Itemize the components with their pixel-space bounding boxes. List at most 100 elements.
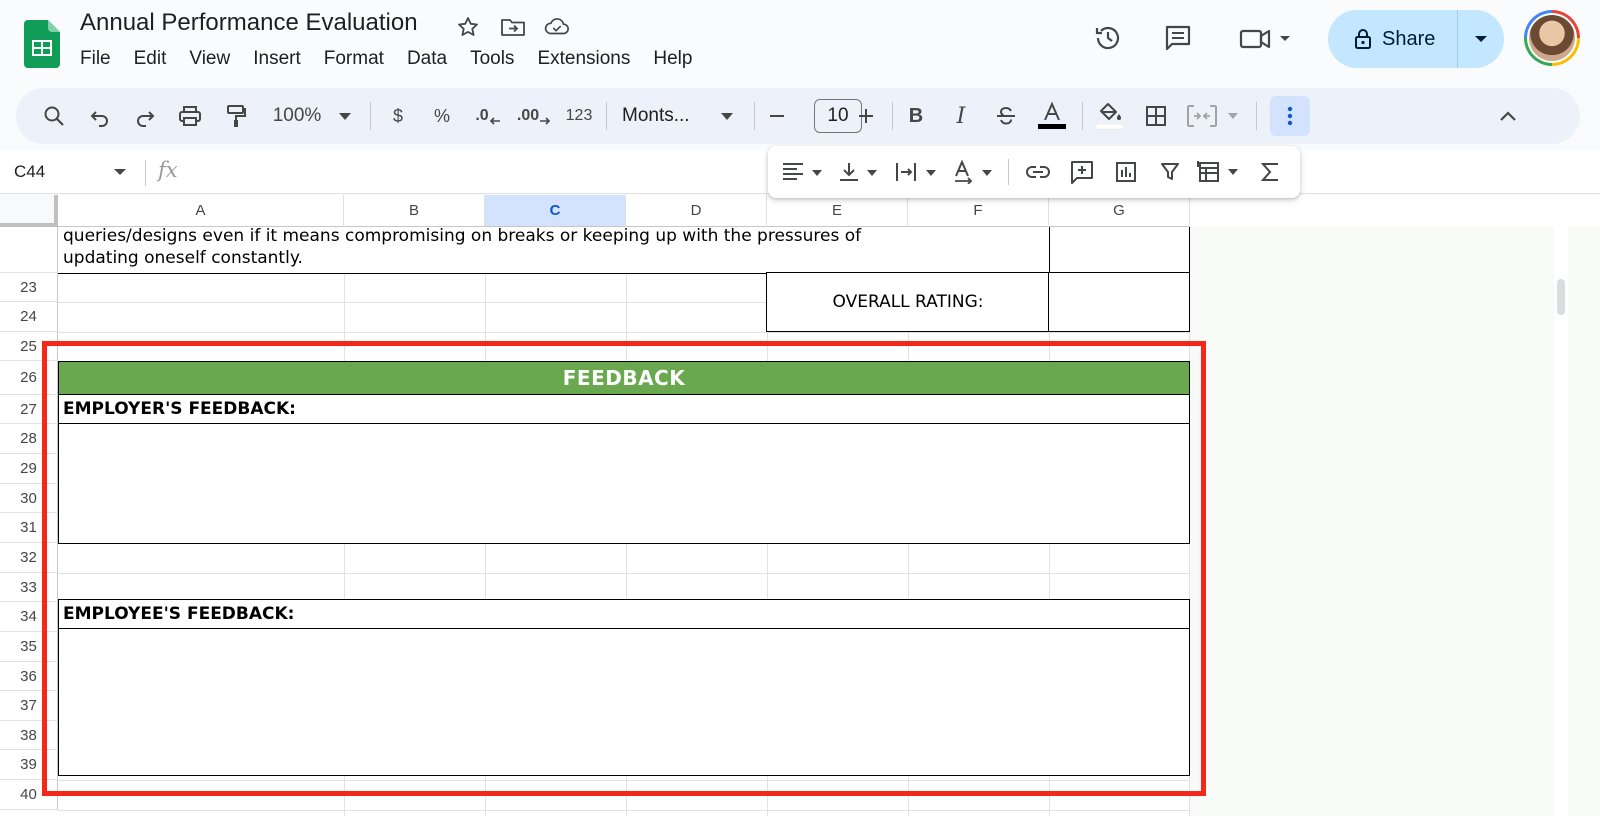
font-family-select[interactable]: Monts... xyxy=(622,88,718,144)
row-header-33[interactable]: 33 xyxy=(0,573,58,602)
vertical-align-icon[interactable] xyxy=(836,146,884,198)
select-all-corner[interactable] xyxy=(0,195,58,227)
row-header-30[interactable]: 30 xyxy=(0,484,58,513)
more-formats-button[interactable]: 123 xyxy=(562,88,596,144)
caret-down-icon xyxy=(1475,36,1487,42)
row-header-39[interactable]: 39 xyxy=(0,750,58,780)
strikethrough-icon[interactable] xyxy=(992,88,1020,144)
cloud-saved-icon[interactable] xyxy=(544,14,570,40)
column-header-a[interactable]: A xyxy=(58,195,344,227)
employee-feedback-input-area[interactable] xyxy=(58,628,1190,776)
increase-decimal-button[interactable]: .00 xyxy=(516,88,552,144)
collapse-menus-icon[interactable] xyxy=(1490,88,1526,144)
zoom-select[interactable]: 100% xyxy=(266,88,328,144)
decrease-font-size-icon[interactable] xyxy=(766,88,788,144)
menu-file[interactable]: File xyxy=(80,48,122,70)
feedback-header-cell[interactable]: FEEDBACK xyxy=(58,361,1190,395)
share-dropdown-button[interactable] xyxy=(1458,10,1504,68)
horizontal-align-icon[interactable] xyxy=(778,146,828,198)
sheets-logo-icon[interactable] xyxy=(24,20,60,68)
share-label: Share xyxy=(1382,27,1436,50)
text-color-icon[interactable] xyxy=(1034,88,1070,144)
italic-button[interactable]: I xyxy=(948,88,974,144)
menu-view[interactable]: View xyxy=(189,48,241,70)
rating-value-cell-22[interactable] xyxy=(1049,227,1190,274)
name-box[interactable]: C44 xyxy=(14,162,45,182)
more-options-button[interactable] xyxy=(1270,96,1310,136)
percent-format-button[interactable]: % xyxy=(428,88,456,144)
row-header-35[interactable]: 35 xyxy=(0,632,58,662)
account-avatar[interactable] xyxy=(1524,10,1580,66)
star-icon[interactable] xyxy=(455,14,481,40)
meet-video-icon[interactable] xyxy=(1236,18,1296,58)
name-box-caret-icon[interactable] xyxy=(114,162,126,187)
menu-extensions[interactable]: Extensions xyxy=(537,48,641,70)
row-header-24[interactable]: 24 xyxy=(0,302,58,332)
spreadsheet-grid[interactable]: A B C D E F G 23 24 25 26 27 28 29 30 31… xyxy=(0,195,1600,816)
share-main-button[interactable]: Share xyxy=(1328,10,1458,68)
functions-sigma-icon[interactable] xyxy=(1250,146,1290,198)
version-history-icon[interactable] xyxy=(1088,18,1128,58)
column-header-b[interactable]: B xyxy=(344,195,485,227)
overall-rating-value-cell[interactable] xyxy=(1048,272,1190,332)
insert-link-icon[interactable] xyxy=(1018,146,1058,198)
bold-button[interactable]: B xyxy=(902,88,930,144)
search-menus-icon[interactable] xyxy=(38,88,70,144)
menu-data[interactable]: Data xyxy=(407,48,458,70)
column-header-g[interactable]: G xyxy=(1049,195,1190,227)
text-rotation-icon[interactable] xyxy=(950,146,1000,198)
row-header-25[interactable]: 25 xyxy=(0,332,58,361)
row-header-34[interactable]: 34 xyxy=(0,602,58,632)
decrease-decimal-button[interactable]: .0 xyxy=(472,88,504,144)
text-wrapping-icon[interactable] xyxy=(892,146,942,198)
row-header-38[interactable]: 38 xyxy=(0,721,58,750)
column-header-d[interactable]: D xyxy=(626,195,767,227)
increase-font-size-icon[interactable] xyxy=(854,88,878,144)
paint-format-icon[interactable] xyxy=(220,88,252,144)
employee-feedback-label-cell[interactable]: EMPLOYEE'S FEEDBACK: xyxy=(58,599,1190,630)
row-header-40[interactable]: 40 xyxy=(0,780,58,810)
insert-comment-icon[interactable] xyxy=(1062,146,1102,198)
description-text-line-1: queries/designs even if it means comprom… xyxy=(63,226,862,246)
row-header-23[interactable]: 23 xyxy=(0,273,58,302)
row-header-26[interactable]: 26 xyxy=(0,361,58,395)
share-button[interactable]: Share xyxy=(1328,10,1504,68)
column-header-c[interactable]: C xyxy=(485,195,626,227)
document-title[interactable]: Annual Performance Evaluation xyxy=(80,9,418,37)
zoom-caret-icon[interactable] xyxy=(334,88,356,144)
menu-help[interactable]: Help xyxy=(653,48,703,70)
filter-icon[interactable] xyxy=(1150,146,1190,198)
row-header-31[interactable]: 31 xyxy=(0,513,58,543)
menu-format[interactable]: Format xyxy=(324,48,395,70)
column-header-f[interactable]: F xyxy=(908,195,1049,227)
row-header-36[interactable]: 36 xyxy=(0,662,58,691)
row-header-37[interactable]: 37 xyxy=(0,691,58,721)
insert-chart-icon[interactable] xyxy=(1106,146,1146,198)
row-header-27[interactable]: 27 xyxy=(0,395,58,424)
redo-icon[interactable] xyxy=(129,88,161,144)
move-folder-icon[interactable] xyxy=(500,14,526,40)
row-header-28[interactable]: 28 xyxy=(0,424,58,454)
comments-icon[interactable] xyxy=(1158,18,1198,58)
overall-rating-label-cell[interactable]: OVERALL RATING: xyxy=(766,272,1050,332)
borders-icon[interactable] xyxy=(1140,88,1172,144)
undo-icon[interactable] xyxy=(84,88,116,144)
menu-tools[interactable]: Tools xyxy=(470,48,525,70)
employer-feedback-input-area[interactable] xyxy=(58,423,1190,544)
column-header-e[interactable]: E xyxy=(767,195,908,227)
employer-feedback-label-cell[interactable]: EMPLOYER'S FEEDBACK: xyxy=(58,394,1190,425)
table-view-icon[interactable] xyxy=(1194,146,1244,198)
description-text-line-2: updating oneself constantly. xyxy=(63,248,303,268)
fill-color-icon[interactable] xyxy=(1092,88,1128,144)
currency-format-button[interactable]: $ xyxy=(386,88,410,144)
vertical-scrollbar-thumb[interactable] xyxy=(1557,279,1565,315)
row-header-29[interactable]: 29 xyxy=(0,454,58,484)
menu-edit[interactable]: Edit xyxy=(134,48,178,70)
arrow-left-icon xyxy=(489,117,500,125)
row-header-32[interactable]: 32 xyxy=(0,543,58,573)
menu-insert[interactable]: Insert xyxy=(253,48,312,70)
font-caret-icon[interactable] xyxy=(716,88,738,144)
print-icon[interactable] xyxy=(174,88,206,144)
merge-cells-icon[interactable] xyxy=(1184,88,1246,144)
row-header-22[interactable] xyxy=(0,227,58,273)
